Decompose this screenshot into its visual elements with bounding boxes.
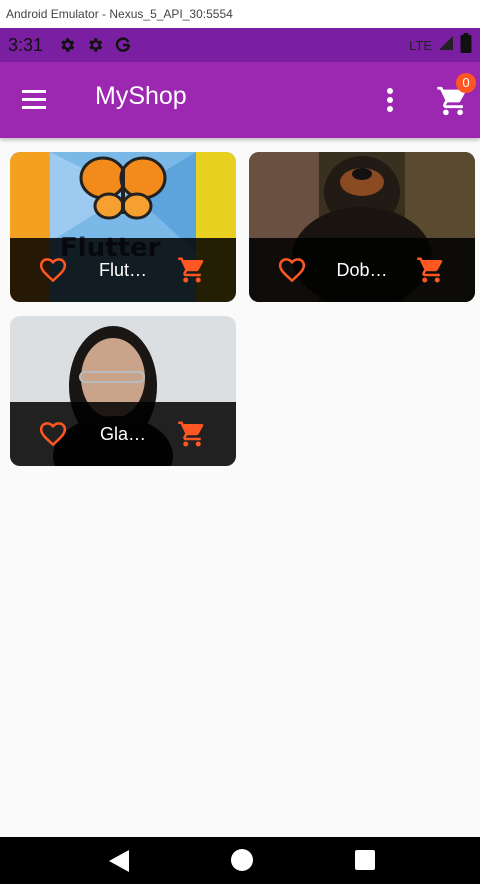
gear-icon [57,35,77,55]
product-tile[interactable]: Flutter Flut… [10,152,236,302]
more-vert-icon[interactable] [378,86,402,114]
product-tile[interactable]: Dob… [249,152,475,302]
shopping-cart-icon[interactable] [176,255,208,285]
app-title: MyShop [95,82,187,110]
battery-icon [460,33,472,57]
app-bar: MyShop [0,62,480,138]
signal-icon [438,35,454,55]
shopping-cart-icon[interactable] [415,255,447,285]
product-tile[interactable]: Gla… [10,316,236,466]
recents-icon[interactable] [355,850,375,870]
status-bar: 3:31 LTE [0,28,480,62]
gear-icon [85,35,105,55]
emulator-window-title: Android Emulator - Nexus_5_API_30:5554 [0,0,480,28]
cart-count-badge: 0 [456,73,476,93]
shopping-cart-icon[interactable] [176,419,208,449]
favorite-border-icon[interactable] [38,255,68,285]
tile-footer: Gla… [10,402,236,466]
network-type-label: LTE [409,37,432,53]
google-g-icon [113,35,133,55]
menu-icon[interactable] [20,87,50,113]
system-nav-bar [0,837,480,884]
favorite-border-icon[interactable] [277,255,307,285]
home-icon[interactable] [231,849,253,871]
product-title: Dob… [336,260,388,280]
status-time: 3:31 [8,34,44,55]
product-title: Gla… [99,424,146,444]
favorite-border-icon[interactable] [38,419,68,449]
product-title: Flut… [98,260,147,280]
tile-footer: Dob… [249,238,475,302]
back-icon[interactable] [107,848,131,874]
tile-footer: Flut… [10,238,236,302]
